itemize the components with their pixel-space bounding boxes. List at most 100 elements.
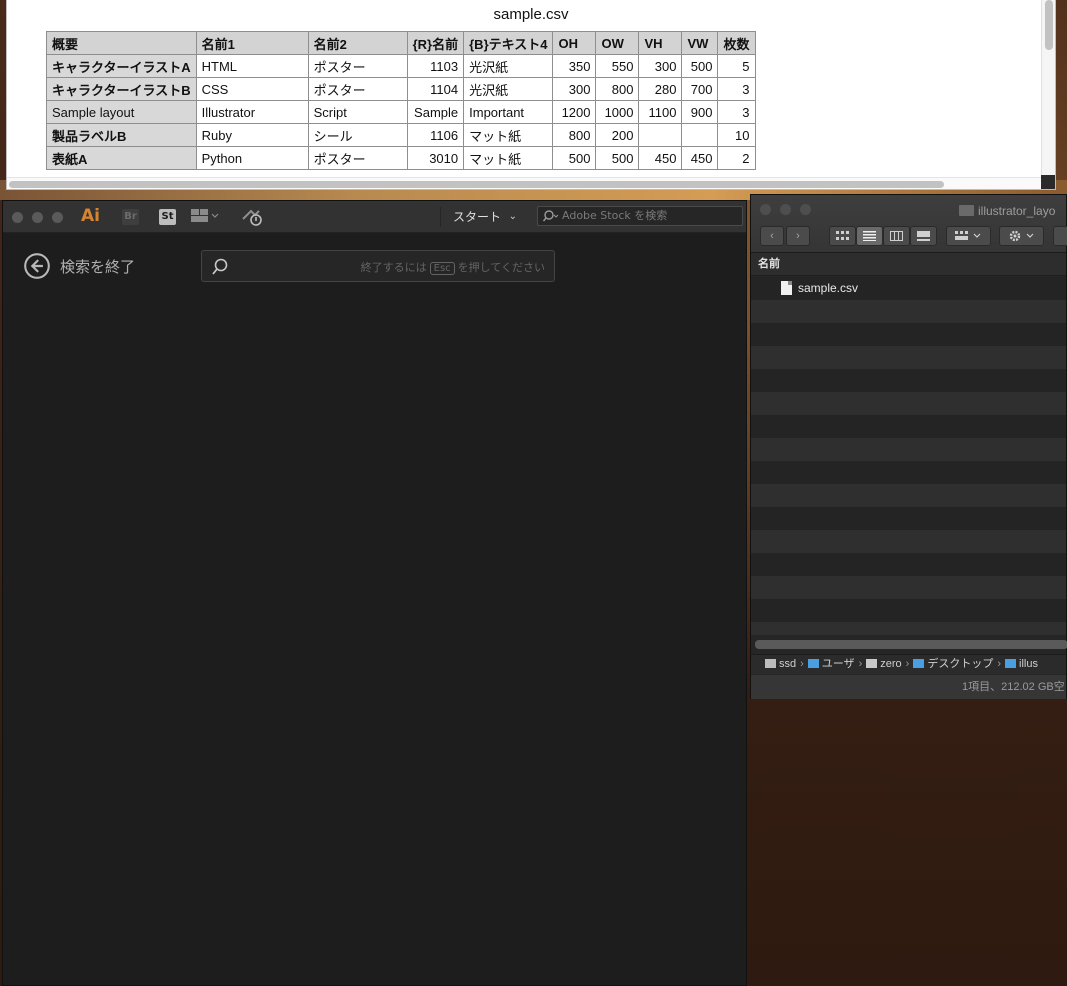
exit-search-label: 検索を終了 [60, 258, 136, 276]
table-cell: 1000 [595, 100, 640, 124]
path-item[interactable]: ssd [779, 658, 796, 670]
table-cell: シール [307, 123, 408, 147]
empty-row [751, 553, 1066, 576]
path-bar: ssd › ユーザ › zero › デスクトップ › illus [751, 654, 1066, 674]
table-cell: 1104 [406, 77, 465, 101]
table-cell: 光沢紙 [463, 77, 554, 101]
zoom-button[interactable] [800, 204, 811, 215]
home-icon [866, 659, 878, 668]
minimize-button[interactable] [780, 204, 791, 215]
column-header: {R}名前 [406, 31, 465, 55]
bridge-button[interactable]: Br [122, 209, 139, 225]
table-row: Sample layout Illustrator Script Sample … [46, 100, 756, 124]
csv-header-row: 概要 名前1 名前2 {R}名前 {B}テキスト4 OH OW VH VW 枚数 [46, 31, 756, 55]
scrollbar-corner [1041, 175, 1055, 189]
forward-button[interactable]: › [786, 226, 810, 246]
preview-vertical-scrollbar[interactable] [1041, 0, 1055, 175]
close-button[interactable] [12, 212, 23, 223]
table-cell: 500 [595, 146, 640, 170]
csv-preview-window: sample.csv 概要 名前1 名前2 {R}名前 {B}テキスト4 OH … [6, 0, 1056, 190]
column-header: 名前1 [195, 31, 309, 55]
arrange-button[interactable] [946, 226, 991, 246]
table-cell: 1103 [406, 54, 465, 78]
empty-row [751, 599, 1066, 622]
search-input[interactable]: 終了するには Esc を押してください [201, 250, 555, 282]
table-cell [638, 123, 683, 147]
table-cell: 1106 [406, 123, 465, 147]
table-cell: 800 [595, 77, 640, 101]
table-cell: 800 [552, 123, 597, 147]
table-cell: キャラクターイラストA [46, 54, 197, 78]
column-header: VH [638, 31, 683, 55]
finder-horizontal-scrollbar[interactable] [755, 640, 1067, 649]
scrollbar-thumb[interactable] [1045, 0, 1053, 50]
table-cell: ポスター [307, 146, 408, 170]
preview-horizontal-scrollbar[interactable] [7, 177, 1042, 189]
chevron-down-icon: ⌄ [508, 211, 517, 222]
folder-icon [913, 659, 925, 668]
name-column-header[interactable]: 名前 [751, 253, 1066, 276]
table-cell: Important [463, 100, 554, 124]
table-row: キャラクターイラストA HTML ポスター 1103 光沢紙 350 550 3… [46, 54, 756, 78]
esc-key-badge: Esc [429, 262, 455, 275]
table-cell: 350 [552, 54, 597, 78]
empty-row [751, 622, 1066, 635]
minimize-button[interactable] [32, 212, 43, 223]
table-cell: 900 [681, 100, 719, 124]
empty-row [751, 438, 1066, 461]
list-item[interactable]: sample.csv [751, 277, 1066, 300]
close-button[interactable] [760, 204, 771, 215]
columns-icon [890, 231, 903, 241]
table-cell: マット紙 [463, 146, 554, 170]
scrollbar-thumb[interactable] [9, 181, 944, 188]
zoom-button[interactable] [52, 212, 63, 223]
path-item[interactable]: zero [880, 658, 901, 670]
list-view-button[interactable] [856, 226, 883, 246]
gallery-view-button[interactable] [910, 226, 937, 246]
table-cell: 3 [717, 100, 756, 124]
column-header: VW [681, 31, 719, 55]
search-icon [543, 210, 559, 222]
folder-icon [1005, 659, 1016, 668]
gear-icon [1009, 230, 1033, 242]
column-view-button[interactable] [883, 226, 910, 246]
path-item[interactable]: デスクトップ [927, 658, 993, 670]
table-cell: 450 [638, 146, 683, 170]
illustrator-titlebar: Ai Br St スタート ⌄ Adobe Stock を検索 [3, 201, 746, 233]
table-cell: 280 [638, 77, 683, 101]
table-cell: ポスター [307, 54, 408, 78]
path-separator: › [858, 658, 863, 670]
path-item[interactable]: illus [1019, 658, 1038, 670]
back-button[interactable]: ‹ [760, 226, 784, 246]
path-item[interactable]: ユーザ [822, 658, 855, 670]
stock-button[interactable]: St [159, 209, 176, 225]
status-bar: 1項目、212.02 GB空 [751, 675, 1066, 699]
empty-row [751, 369, 1066, 392]
icon-view-button[interactable] [829, 226, 856, 246]
table-cell: 200 [595, 123, 640, 147]
illustrator-logo: Ai [81, 206, 100, 226]
empty-row [751, 530, 1066, 553]
share-button[interactable] [1053, 226, 1067, 246]
sync-icon[interactable] [241, 207, 263, 227]
table-cell: 10 [717, 123, 756, 147]
table-cell: 1200 [552, 100, 597, 124]
workspace-switcher[interactable]: スタート ⌄ [451, 206, 521, 228]
folder-icon [807, 659, 819, 668]
empty-row [751, 415, 1066, 438]
search-hint-before: 終了するには [360, 261, 427, 274]
empty-row [751, 346, 1066, 369]
column-header: 枚数 [717, 31, 756, 55]
table-cell: Sample [406, 100, 465, 124]
adobe-stock-search-input[interactable]: Adobe Stock を検索 [537, 206, 743, 226]
search-icon [212, 258, 228, 275]
arrange-icon [954, 231, 980, 240]
layout-icon[interactable] [191, 209, 219, 223]
empty-row [751, 300, 1066, 323]
table-cell: Script [307, 100, 408, 124]
table-cell: Illustrator [195, 100, 309, 124]
document-icon [781, 281, 792, 295]
path-separator: › [905, 658, 910, 670]
action-button[interactable] [999, 226, 1044, 246]
table-cell: 500 [552, 146, 597, 170]
